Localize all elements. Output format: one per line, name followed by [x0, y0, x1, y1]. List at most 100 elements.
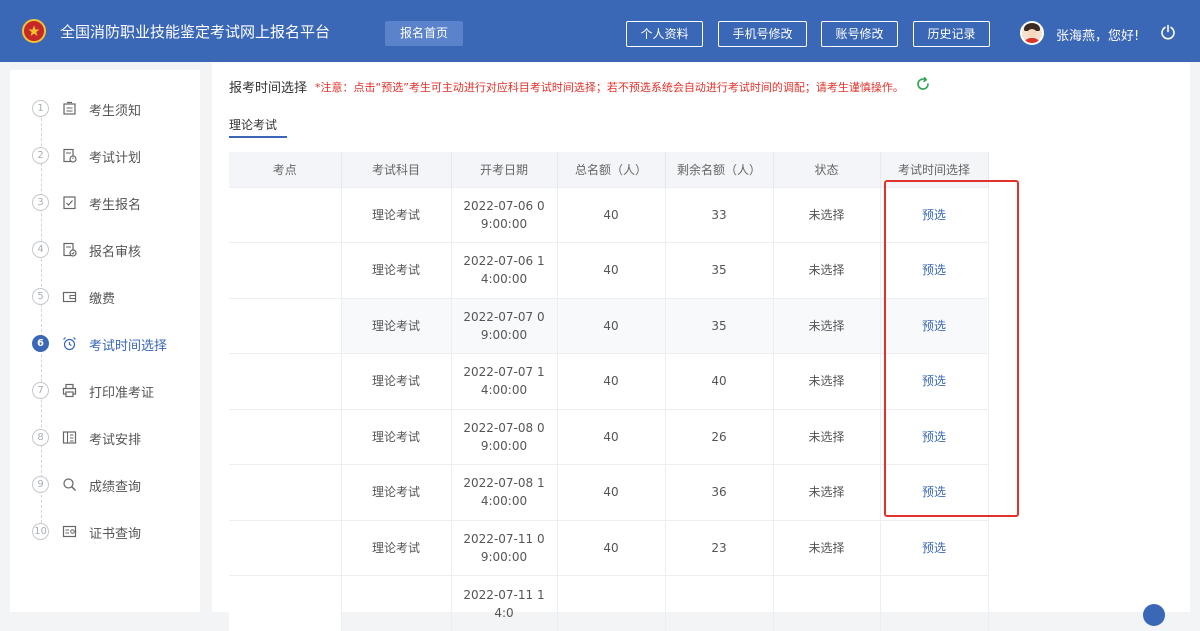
step-number: 3	[32, 194, 49, 211]
app-title: 全国消防职业技能鉴定考试网上报名平台	[60, 22, 330, 42]
remaining-quota-cell: 35	[665, 298, 773, 354]
change-account-button[interactable]: 账号修改	[821, 21, 898, 47]
subject-cell: 理论考试	[341, 187, 451, 243]
sidebar-item-review[interactable]: 4 报名审核	[32, 238, 202, 262]
preselect-link[interactable]: 预选	[880, 298, 988, 354]
sidebar-item-exam-time[interactable]: 6 考试时间选择	[32, 332, 202, 356]
exam-site-cell	[229, 354, 341, 410]
status-cell: 未选择	[773, 298, 880, 354]
start-date-cell: 2022-07-07 09:00:00	[451, 298, 557, 354]
sidebar-item-arrangement[interactable]: 8 考试安排	[32, 426, 202, 450]
sidebar-item-print-ticket[interactable]: 7 打印准考证	[32, 379, 202, 403]
preselect-link[interactable]: 预选	[880, 187, 988, 243]
status-cell: 未选择	[773, 354, 880, 410]
user-greeting: 张海燕，您好!	[1056, 25, 1139, 44]
floating-help-button[interactable]	[1143, 604, 1165, 626]
table-row: 理论考试 2022-07-06 14:00:00 40 35 未选择 预选	[229, 243, 988, 299]
table-row: 理论考试 2022-07-08 14:00:00 40 36 未选择 预选	[229, 465, 988, 521]
sidebar-item-label: 考试安排	[89, 429, 141, 448]
exam-site-cell	[229, 298, 341, 354]
sidebar-item-signup[interactable]: 3 考生报名	[32, 191, 202, 215]
step-number: 1	[32, 100, 49, 117]
step-number: 7	[32, 382, 49, 399]
top-header: 全国消防职业技能鉴定考试网上报名平台 报名首页 个人资料 手机号修改 账号修改 …	[0, 0, 1200, 62]
sidebar-item-label: 考生报名	[89, 194, 141, 213]
power-icon[interactable]	[1160, 24, 1176, 40]
remaining-quota-cell: 23	[665, 520, 773, 576]
status-cell: 未选择	[773, 243, 880, 299]
preselect-link[interactable]: 预选	[880, 243, 988, 299]
column-header: 开考日期	[451, 152, 557, 187]
sidebar-item-notice[interactable]: 1 考生须知	[32, 97, 202, 121]
column-header: 剩余名额（人）	[665, 152, 773, 187]
sidebar-item-label: 考试时间选择	[89, 335, 167, 354]
exam-site-cell	[229, 243, 341, 299]
profile-button[interactable]: 个人资料	[626, 21, 703, 47]
exam-site-cell	[229, 465, 341, 521]
refresh-icon[interactable]	[915, 76, 931, 92]
table-row: 理论考试 2022-07-07 14:00:00 40 40 未选择 预选	[229, 354, 988, 410]
tab-active-indicator	[229, 136, 287, 138]
sidebar-item-payment[interactable]: 5 缴费	[32, 285, 202, 309]
table-row: 理论考试 2022-07-06 09:00:00 40 33 未选择 预选	[229, 187, 988, 243]
exam-site-cell	[229, 576, 341, 631]
column-header: 状态	[773, 152, 880, 187]
exam-site-cell	[229, 520, 341, 576]
nav-home-button[interactable]: 报名首页	[385, 21, 463, 46]
sidebar-item-label: 打印准考证	[89, 382, 154, 401]
exam-site-cell	[229, 409, 341, 465]
subject-cell: 理论考试	[341, 465, 451, 521]
step-number: 6	[32, 335, 49, 352]
sidebar-item-label: 缴费	[89, 288, 115, 307]
total-quota-cell: 40	[557, 465, 665, 521]
subject-cell: 理论考试	[341, 520, 451, 576]
sidebar-item-plan[interactable]: 2 考试计划	[32, 144, 202, 168]
status-cell: 未选择	[773, 465, 880, 521]
start-date-cell: 2022-07-06 14:00:00	[451, 243, 557, 299]
total-quota-cell: 40	[557, 354, 665, 410]
remaining-quota-cell: 36	[665, 465, 773, 521]
avatar[interactable]	[1020, 21, 1044, 45]
subject-cell: 理论考试	[341, 243, 451, 299]
step-connector	[41, 108, 42, 528]
preselect-link[interactable]	[880, 576, 988, 631]
remaining-quota-cell: 40	[665, 354, 773, 410]
certificate-icon	[62, 524, 77, 539]
preselect-link[interactable]: 预选	[880, 409, 988, 465]
subject-cell: 理论考试	[341, 409, 451, 465]
tab-theory-exam[interactable]: 理论考试	[229, 116, 277, 133]
total-quota-cell: 40	[557, 243, 665, 299]
sidebar-item-label: 成绩查询	[89, 476, 141, 495]
wallet-icon	[62, 289, 77, 304]
table-row: 2022-07-11 14:0	[229, 576, 988, 631]
start-date-cell: 2022-07-07 14:00:00	[451, 354, 557, 410]
table-header-row: 考点 考试科目 开考日期 总名额（人） 剩余名额（人） 状态 考试时间选择	[229, 152, 988, 187]
step-number: 4	[32, 241, 49, 258]
table-row: 理论考试 2022-07-11 09:00:00 40 23 未选择 预选	[229, 520, 988, 576]
start-date-cell: 2022-07-08 09:00:00	[451, 409, 557, 465]
total-quota-cell: 40	[557, 187, 665, 243]
change-phone-button[interactable]: 手机号修改	[718, 21, 807, 47]
sidebar-item-certificate[interactable]: 10 证书查询	[32, 520, 202, 544]
exam-time-table: 考点 考试科目 开考日期 总名额（人） 剩余名额（人） 状态 考试时间选择 理论…	[229, 152, 989, 631]
subject-cell	[341, 576, 451, 631]
search-icon	[62, 477, 77, 492]
sidebar-steps: 1 考生须知 2 考试计划 3 考生报名 4 报名审核 5 缴费 6 考试时间选…	[10, 70, 200, 612]
history-button[interactable]: 历史记录	[913, 21, 990, 47]
preselect-link[interactable]: 预选	[880, 465, 988, 521]
remaining-quota-cell: 26	[665, 409, 773, 465]
status-cell: 未选择	[773, 520, 880, 576]
start-date-cell: 2022-07-06 09:00:00	[451, 187, 557, 243]
review-icon	[62, 242, 77, 257]
total-quota-cell: 40	[557, 409, 665, 465]
preselect-link[interactable]: 预选	[880, 354, 988, 410]
status-cell	[773, 576, 880, 631]
table-row: 理论考试 2022-07-08 09:00:00 40 26 未选择 预选	[229, 409, 988, 465]
status-cell: 未选择	[773, 409, 880, 465]
plan-icon	[62, 148, 77, 163]
alarm-clock-icon	[62, 336, 77, 351]
column-header: 考试科目	[341, 152, 451, 187]
sidebar-item-label: 报名审核	[89, 241, 141, 260]
sidebar-item-score[interactable]: 9 成绩查询	[32, 473, 202, 497]
preselect-link[interactable]: 预选	[880, 520, 988, 576]
